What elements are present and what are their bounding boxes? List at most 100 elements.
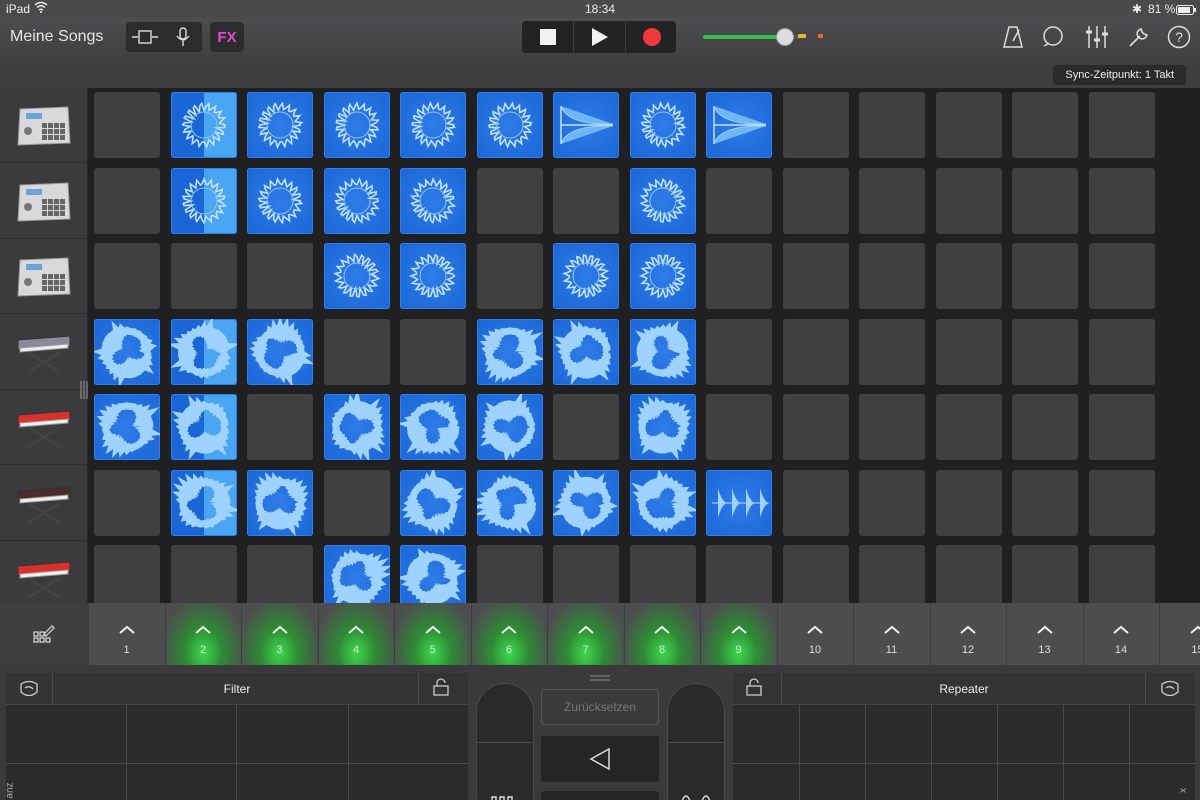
scene-trigger-10[interactable]: 10	[776, 603, 853, 665]
loop-cell[interactable]	[476, 469, 543, 536]
repeater-xy-pad[interactable]: Repeater x	[733, 673, 1195, 800]
loop-cell[interactable]	[400, 545, 466, 611]
empty-cell[interactable]	[859, 167, 925, 234]
empty-cell[interactable]	[706, 545, 772, 611]
loop-cell[interactable]	[629, 92, 696, 158]
empty-cell[interactable]	[247, 243, 313, 309]
scene-trigger-14[interactable]: 14	[1082, 603, 1159, 665]
empty-cell[interactable]	[1012, 545, 1078, 611]
loop-cell[interactable]	[553, 243, 619, 309]
help-icon[interactable]: ?	[1166, 24, 1192, 50]
empty-cell[interactable]	[782, 92, 849, 158]
column-resize-handle[interactable]	[80, 380, 88, 400]
loop-cell[interactable]	[553, 469, 619, 536]
empty-cell[interactable]	[782, 394, 849, 460]
empty-cell[interactable]	[859, 545, 925, 611]
empty-cell[interactable]	[94, 545, 160, 611]
loop-cell[interactable]	[247, 167, 313, 234]
empty-cell[interactable]	[94, 243, 160, 309]
edit-grid-icon[interactable]	[0, 603, 88, 665]
reset-button[interactable]: Zurücksetzen	[541, 689, 659, 725]
record-icon[interactable]	[626, 21, 677, 53]
empty-cell[interactable]	[1012, 92, 1078, 158]
synth-keyboard-icon[interactable]	[0, 315, 88, 390]
empty-cell[interactable]	[782, 469, 849, 536]
stop-icon[interactable]	[522, 21, 573, 53]
empty-cell[interactable]	[935, 545, 1002, 611]
empty-cell[interactable]	[1088, 394, 1155, 460]
loop-cell[interactable]	[170, 469, 237, 536]
empty-cell[interactable]	[94, 167, 160, 234]
empty-cell[interactable]	[1012, 243, 1078, 309]
empty-cell[interactable]	[476, 243, 543, 309]
empty-cell[interactable]	[1088, 318, 1155, 385]
right-wave-knob[interactable]	[667, 683, 725, 800]
empty-cell[interactable]	[247, 545, 313, 611]
empty-cell[interactable]	[1088, 545, 1155, 611]
loop-cell[interactable]	[323, 545, 390, 611]
empty-cell[interactable]	[935, 318, 1002, 385]
dark-keyboard-icon[interactable]	[0, 466, 88, 541]
empty-cell[interactable]	[1088, 167, 1155, 234]
loop-cell[interactable]	[629, 167, 696, 234]
loop-cell[interactable]	[94, 318, 160, 385]
drum-machine-icon[interactable]	[0, 88, 88, 163]
scene-trigger-12[interactable]: 12	[929, 603, 1006, 665]
scene-trigger-3[interactable]: 3	[241, 603, 317, 665]
effect-select-icon[interactable]	[1159, 678, 1181, 700]
empty-cell[interactable]	[782, 545, 849, 611]
loop-cell[interactable]	[706, 469, 772, 536]
loop-cell[interactable]	[476, 318, 543, 385]
loop-cell[interactable]	[629, 318, 696, 385]
empty-cell[interactable]	[476, 545, 543, 611]
metronome-icon[interactable]	[1000, 24, 1026, 50]
loop-cell[interactable]	[629, 243, 696, 309]
loop-cell[interactable]	[629, 394, 696, 460]
empty-cell[interactable]	[782, 243, 849, 309]
empty-cell[interactable]	[1088, 92, 1155, 158]
empty-cell[interactable]	[935, 394, 1002, 460]
loop-cell[interactable]	[400, 469, 466, 536]
loop-cell[interactable]	[170, 318, 237, 385]
empty-cell[interactable]	[1088, 469, 1155, 536]
empty-cell[interactable]	[1088, 243, 1155, 309]
loop-cell[interactable]	[706, 92, 772, 158]
empty-cell[interactable]	[400, 318, 466, 385]
empty-cell[interactable]	[323, 318, 390, 385]
unlock-icon[interactable]	[432, 678, 454, 700]
empty-cell[interactable]	[935, 167, 1002, 234]
loop-cell[interactable]	[247, 318, 313, 385]
empty-cell[interactable]	[706, 167, 772, 234]
loop-cell[interactable]	[247, 92, 313, 158]
scene-trigger-1[interactable]: 1	[88, 603, 164, 665]
scene-trigger-15[interactable]: 15	[1159, 603, 1200, 665]
my-songs-button[interactable]: Meine Songs	[10, 28, 103, 46]
empty-cell[interactable]	[323, 469, 390, 536]
loop-cell[interactable]	[400, 394, 466, 460]
empty-cell[interactable]	[1012, 394, 1078, 460]
loop-cell[interactable]	[323, 394, 390, 460]
loop-cell[interactable]	[170, 394, 237, 460]
empty-cell[interactable]	[859, 92, 925, 158]
panel-drag-handle[interactable]	[590, 668, 610, 681]
empty-cell[interactable]	[553, 545, 619, 611]
loop-browser-icon[interactable]	[1040, 24, 1066, 50]
empty-cell[interactable]	[553, 394, 619, 460]
empty-cell[interactable]	[935, 469, 1002, 536]
empty-cell[interactable]	[859, 469, 925, 536]
drum-machine-icon[interactable]	[0, 164, 88, 239]
loop-cell[interactable]	[400, 167, 466, 234]
scene-trigger-11[interactable]: 11	[853, 603, 929, 665]
tracks-view-icon[interactable]	[126, 22, 164, 52]
empty-cell[interactable]	[170, 545, 237, 611]
empty-cell[interactable]	[935, 92, 1002, 158]
empty-cell[interactable]	[859, 318, 925, 385]
empty-cell[interactable]	[170, 243, 237, 309]
scene-trigger-2[interactable]: 2	[164, 603, 241, 665]
empty-cell[interactable]	[1012, 318, 1078, 385]
empty-cell[interactable]	[706, 318, 772, 385]
scene-trigger-7[interactable]: 7	[547, 603, 623, 665]
empty-cell[interactable]	[782, 318, 849, 385]
empty-cell[interactable]	[94, 469, 160, 536]
loop-cell[interactable]	[553, 318, 619, 385]
